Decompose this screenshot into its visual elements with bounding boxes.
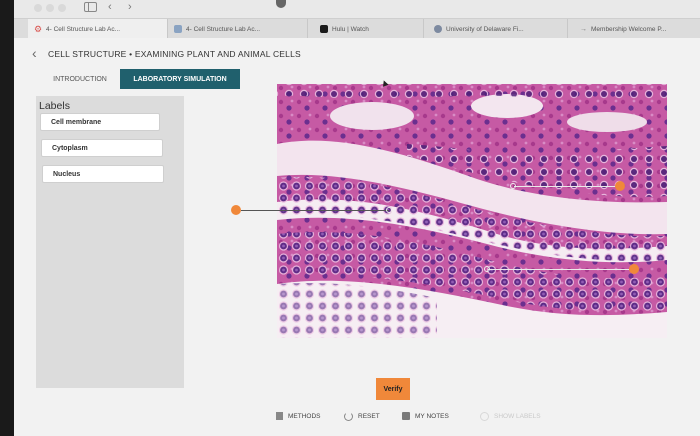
ud-icon — [434, 25, 442, 33]
arrow-icon: → — [580, 25, 587, 33]
tab-introduction[interactable]: INTRODUCTION — [42, 69, 118, 89]
sidebar-toggle-icon[interactable] — [84, 2, 97, 12]
back-chevron-icon[interactable]: ‹ — [32, 45, 37, 61]
label-chip-cytoplasm[interactable]: Cytoplasm — [41, 139, 163, 157]
target-anchor-upper-right — [510, 183, 516, 189]
labels-panel: Labels Cell membrane Cytoplasm Nucleus — [36, 96, 184, 388]
gear-icon: ⚙ — [34, 24, 43, 34]
notes-icon — [402, 412, 410, 420]
leader-line-lower-right — [488, 269, 629, 270]
my-notes-label: MY NOTES — [415, 412, 449, 420]
hulu-icon — [320, 25, 328, 33]
tab-laboratory-simulation[interactable]: LABORATORY SIMULATION — [120, 69, 240, 89]
reset-icon — [344, 411, 353, 421]
screen: ‹ › ⚙ 4- Cell Structure Lab Ac... 4- Cel… — [14, 0, 700, 436]
show-labels-icon — [480, 411, 489, 421]
labels-heading: Labels — [39, 100, 70, 112]
lab-page: ‹ CELL STRUCTURE • EXAMINING PLANT AND A… — [14, 38, 700, 436]
privacy-shield-icon — [276, 0, 286, 8]
label-pin-lower-right[interactable] — [629, 264, 639, 274]
page-icon — [174, 25, 182, 33]
tab-title: Membership Welcome P... — [591, 25, 667, 33]
browser-tab-3[interactable]: Hulu | Watch — [314, 19, 424, 39]
tab-title: 4- Cell Structure Lab Ac... — [186, 25, 261, 33]
browser-tab-2[interactable]: 4- Cell Structure Lab Ac... — [168, 19, 308, 39]
leader-line-upper-right — [514, 186, 615, 187]
label-chip-nucleus[interactable]: Nucleus — [42, 165, 164, 183]
methods-label: METHODS — [288, 412, 321, 420]
tab-title: University of Delaware Fi... — [446, 25, 524, 33]
tab-title: 4- Cell Structure Lab Ac... — [46, 25, 121, 33]
micrograph-image — [277, 84, 667, 338]
show-labels-button[interactable]: SHOW LABELS — [480, 410, 541, 422]
label-pin-upper-right[interactable] — [615, 181, 625, 191]
back-icon[interactable]: ‹ — [108, 1, 112, 13]
verify-button[interactable]: Verify — [376, 378, 410, 400]
page-title: CELL STRUCTURE • EXAMINING PLANT AND ANI… — [48, 49, 301, 59]
show-labels-label: SHOW LABELS — [494, 412, 541, 420]
browser-chrome: ‹ › ⚙ 4- Cell Structure Lab Ac... 4- Cel… — [14, 0, 700, 39]
browser-tab-1[interactable]: ⚙ 4- Cell Structure Lab Ac... — [28, 19, 168, 39]
reset-label: RESET — [358, 412, 380, 420]
reset-button[interactable]: RESET — [344, 410, 380, 422]
tab-title: Hulu | Watch — [332, 25, 369, 33]
minimize-window-icon[interactable] — [46, 4, 54, 12]
methods-icon — [276, 412, 283, 420]
label-pin-left[interactable] — [231, 205, 241, 215]
target-anchor-lower-right — [484, 266, 490, 272]
maximize-window-icon[interactable] — [58, 4, 66, 12]
close-window-icon[interactable] — [34, 4, 42, 12]
my-notes-button[interactable]: MY NOTES — [402, 410, 449, 422]
tab-strip: ⚙ 4- Cell Structure Lab Ac... 4- Cell St… — [14, 18, 700, 39]
leader-line-left — [241, 210, 389, 211]
browser-tab-4[interactable]: University of Delaware Fi... — [428, 19, 568, 39]
browser-tab-5[interactable]: → Membership Welcome P... — [574, 19, 700, 39]
label-chip-cell-membrane[interactable]: Cell membrane — [40, 113, 160, 131]
methods-button[interactable]: METHODS — [276, 410, 321, 422]
forward-icon[interactable]: › — [128, 1, 132, 13]
target-anchor-left — [386, 207, 392, 213]
